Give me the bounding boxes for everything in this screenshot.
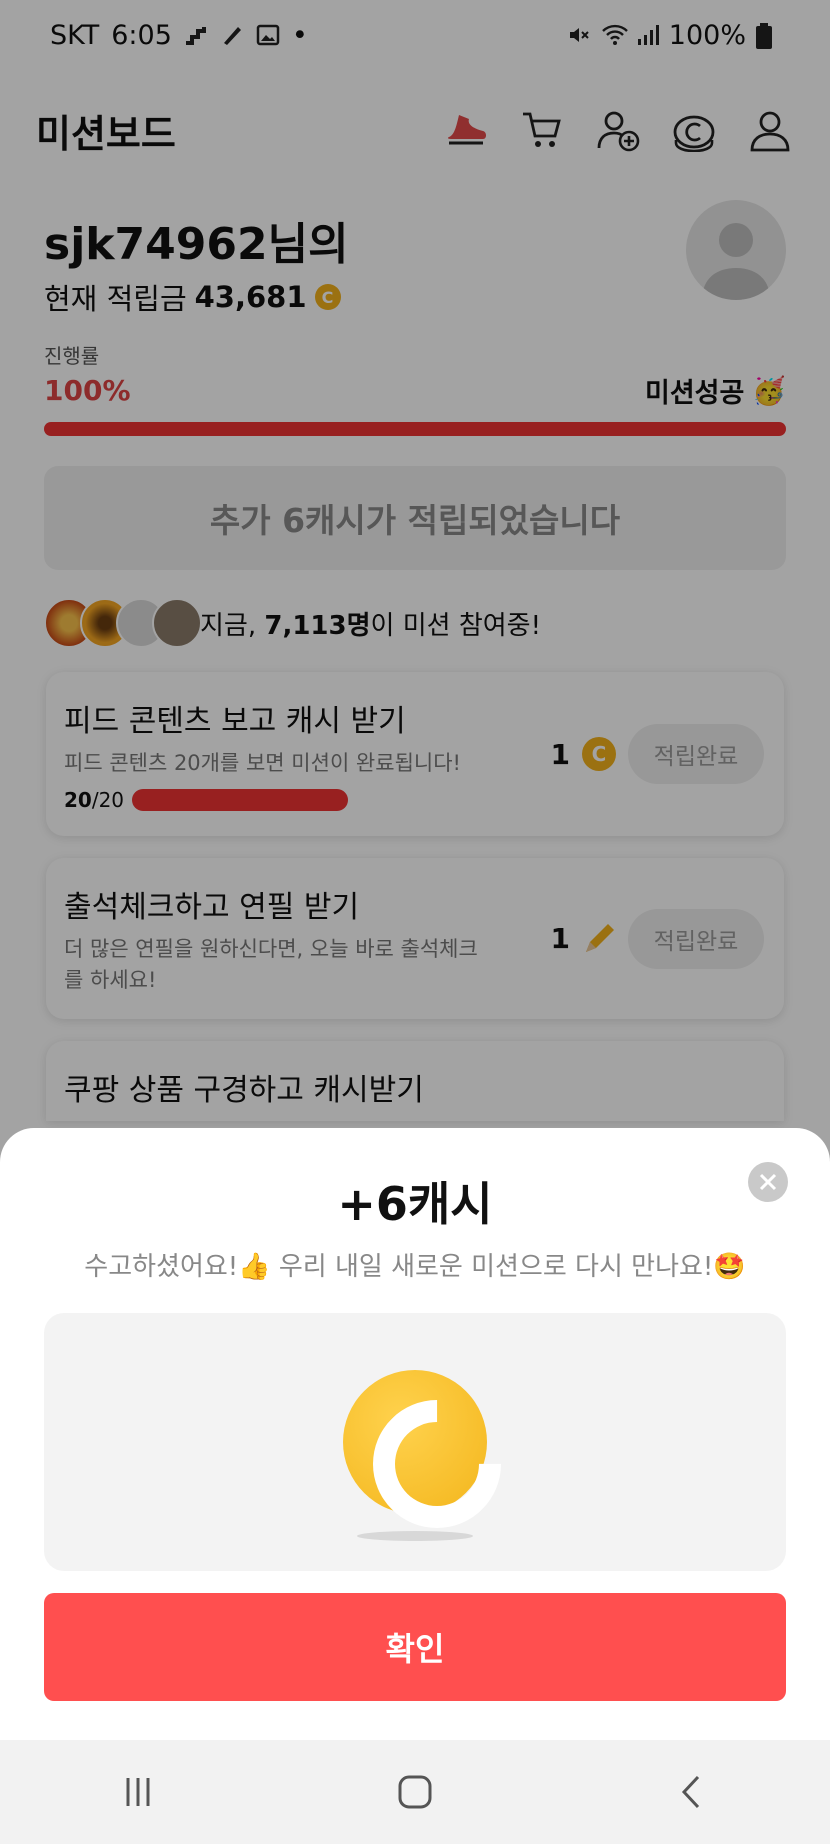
home-icon	[398, 1775, 432, 1809]
system-nav-bar	[0, 1740, 830, 1844]
home-button[interactable]	[385, 1762, 445, 1822]
reward-modal: +6캐시 수고하셨어요!👍 우리 내일 새로운 미션으로 다시 만나요!🤩 확인	[0, 1128, 830, 1740]
back-button[interactable]	[662, 1762, 722, 1822]
back-icon	[681, 1775, 699, 1809]
recents-icon	[126, 1778, 150, 1806]
close-icon	[759, 1173, 777, 1191]
modal-title: +6캐시	[337, 1177, 493, 1231]
close-button[interactable]	[748, 1162, 788, 1202]
coin-shadow	[357, 1531, 473, 1541]
confirm-button[interactable]: 확인	[44, 1593, 786, 1701]
coin-illustration	[44, 1313, 786, 1571]
coin-icon	[343, 1370, 487, 1514]
recents-button[interactable]	[108, 1762, 168, 1822]
modal-subtitle: 수고하셨어요!👍 우리 내일 새로운 미션으로 다시 만나요!🤩	[84, 1252, 746, 1282]
